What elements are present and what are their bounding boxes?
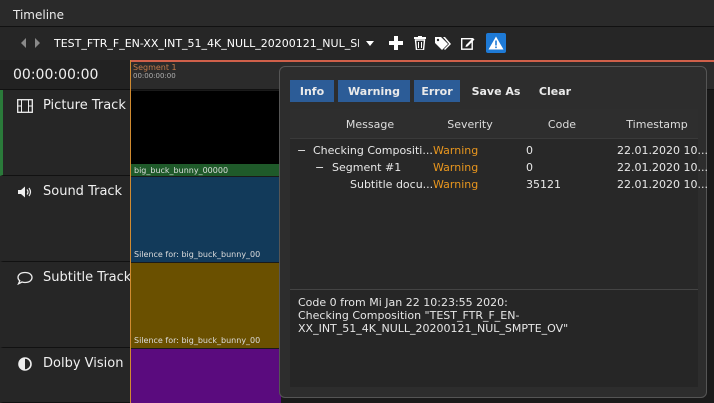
segment-range-bar	[130, 60, 714, 62]
timeline-toolbar: TEST_FTR_F_EN-XX_INT_51_4K_NULL_20200121…	[0, 27, 714, 60]
table-row[interactable]: − Checking Compositi... Warning 0 22.01.…	[290, 142, 708, 159]
detail-line: Checking Composition "TEST_FTR_F_EN-	[298, 309, 520, 322]
detail-line: Code 0 from Mi Jan 22 10:23:55 2020:	[298, 296, 508, 309]
table-header: Message Severity Code Timestamp	[290, 109, 698, 139]
speaker-icon	[18, 186, 32, 198]
track-label: Sound Track	[43, 184, 123, 199]
clip-picture[interactable]: big_buck_bunny_00000	[131, 91, 281, 176]
track-header-dolby[interactable]: Dolby Vision	[0, 348, 130, 403]
window-titlebar: Timeline	[0, 0, 714, 27]
track-headers-panel: 00:00:00:00 Picture Track Sound Track Su…	[0, 60, 132, 403]
track-header-sound[interactable]: Sound Track	[0, 176, 130, 262]
track-label: Dolby Vision	[43, 356, 124, 371]
row-severity: Warning	[433, 144, 479, 157]
clip-label: Silence for: big_buck_bunny_00	[134, 250, 261, 259]
collapse-icon[interactable]: −	[297, 144, 306, 157]
segment-name: Segment 1	[133, 63, 177, 72]
timecode-display: 00:00:00:00	[0, 60, 130, 90]
trash-icon	[414, 36, 426, 50]
window-title: Timeline	[13, 8, 65, 22]
track-header-subtitle[interactable]: Subtitle Track	[0, 262, 132, 348]
delete-button[interactable]	[410, 33, 430, 53]
message-detail: Code 0 from Mi Jan 22 10:23:55 2020: Che…	[290, 289, 698, 387]
track-label: Picture Track	[43, 98, 126, 113]
table-row[interactable]: − Segment #1 Warning 0 22.01.2020 10...	[290, 159, 708, 176]
clip-sound[interactable]: Silence for: big_buck_bunny_00	[131, 177, 281, 262]
table-row[interactable]: Subtitle docu... Warning 35121 22.01.202…	[290, 176, 708, 193]
column-header-code[interactable]: Code	[512, 118, 612, 131]
row-timestamp: 22.01.2020 10...	[617, 178, 708, 191]
add-button[interactable]	[386, 33, 406, 53]
column-header-severity[interactable]: Severity	[430, 118, 510, 131]
warning-icon	[488, 36, 504, 50]
save-as-button[interactable]: Save As	[466, 80, 526, 102]
segment-label: Segment 1 00:00:00:00	[133, 63, 177, 81]
row-code: 0	[526, 144, 533, 157]
composition-select-value: TEST_FTR_F_EN-XX_INT_51_4K_NULL_20200121…	[54, 37, 359, 50]
half-circle-icon	[18, 357, 32, 371]
row-message: Subtitle docu...	[350, 178, 434, 191]
tags-icon	[435, 37, 451, 50]
next-arrow-icon[interactable]	[35, 38, 40, 48]
tab-info[interactable]: Info	[290, 80, 334, 102]
row-message: Segment #1	[332, 161, 402, 174]
messages-table: Message Severity Code Timestamp − Checki…	[290, 109, 708, 289]
clip-label: Silence for: big_buck_bunny_00	[134, 336, 261, 345]
column-header-message[interactable]: Message	[310, 118, 430, 131]
tags-button[interactable]	[433, 33, 453, 53]
speech-bubble-icon	[17, 271, 33, 285]
tab-error[interactable]: Error	[414, 80, 460, 102]
clip-subtitle[interactable]: Silence for: big_buck_bunny_00	[131, 263, 281, 348]
row-message: Checking Compositi...	[313, 144, 433, 157]
segment-timecode: 00:00:00:00	[133, 72, 176, 80]
detail-line: XX_INT_51_4K_NULL_20200121_NUL_SMPTE_OV"	[298, 322, 569, 335]
messages-panel: Info Warning Error Save As Clear Message…	[279, 66, 708, 398]
add-icon	[389, 36, 403, 50]
clip-label: big_buck_bunny_00000	[134, 166, 229, 175]
row-timestamp: 22.01.2020 10...	[617, 161, 708, 174]
row-severity: Warning	[433, 178, 479, 191]
track-header-picture[interactable]: Picture Track	[0, 90, 130, 176]
tab-warning[interactable]: Warning	[338, 80, 410, 102]
warnings-button[interactable]	[486, 33, 506, 53]
row-severity: Warning	[433, 161, 479, 174]
row-code: 35121	[526, 178, 561, 191]
clip-dolby[interactable]	[131, 349, 281, 403]
chevron-down-icon	[366, 41, 374, 46]
playhead[interactable]	[130, 60, 131, 403]
edit-icon	[461, 38, 475, 50]
film-icon	[17, 99, 33, 113]
composition-select[interactable]: TEST_FTR_F_EN-XX_INT_51_4K_NULL_20200121…	[50, 32, 380, 54]
edit-button[interactable]	[458, 33, 478, 53]
collapse-icon[interactable]: −	[315, 161, 324, 174]
clear-button[interactable]: Clear	[530, 80, 580, 102]
row-timestamp: 22.01.2020 10...	[617, 144, 708, 157]
track-label: Subtitle Track	[43, 270, 132, 285]
column-header-timestamp[interactable]: Timestamp	[616, 118, 698, 131]
row-code: 0	[526, 161, 533, 174]
previous-arrow-icon[interactable]	[21, 38, 26, 48]
